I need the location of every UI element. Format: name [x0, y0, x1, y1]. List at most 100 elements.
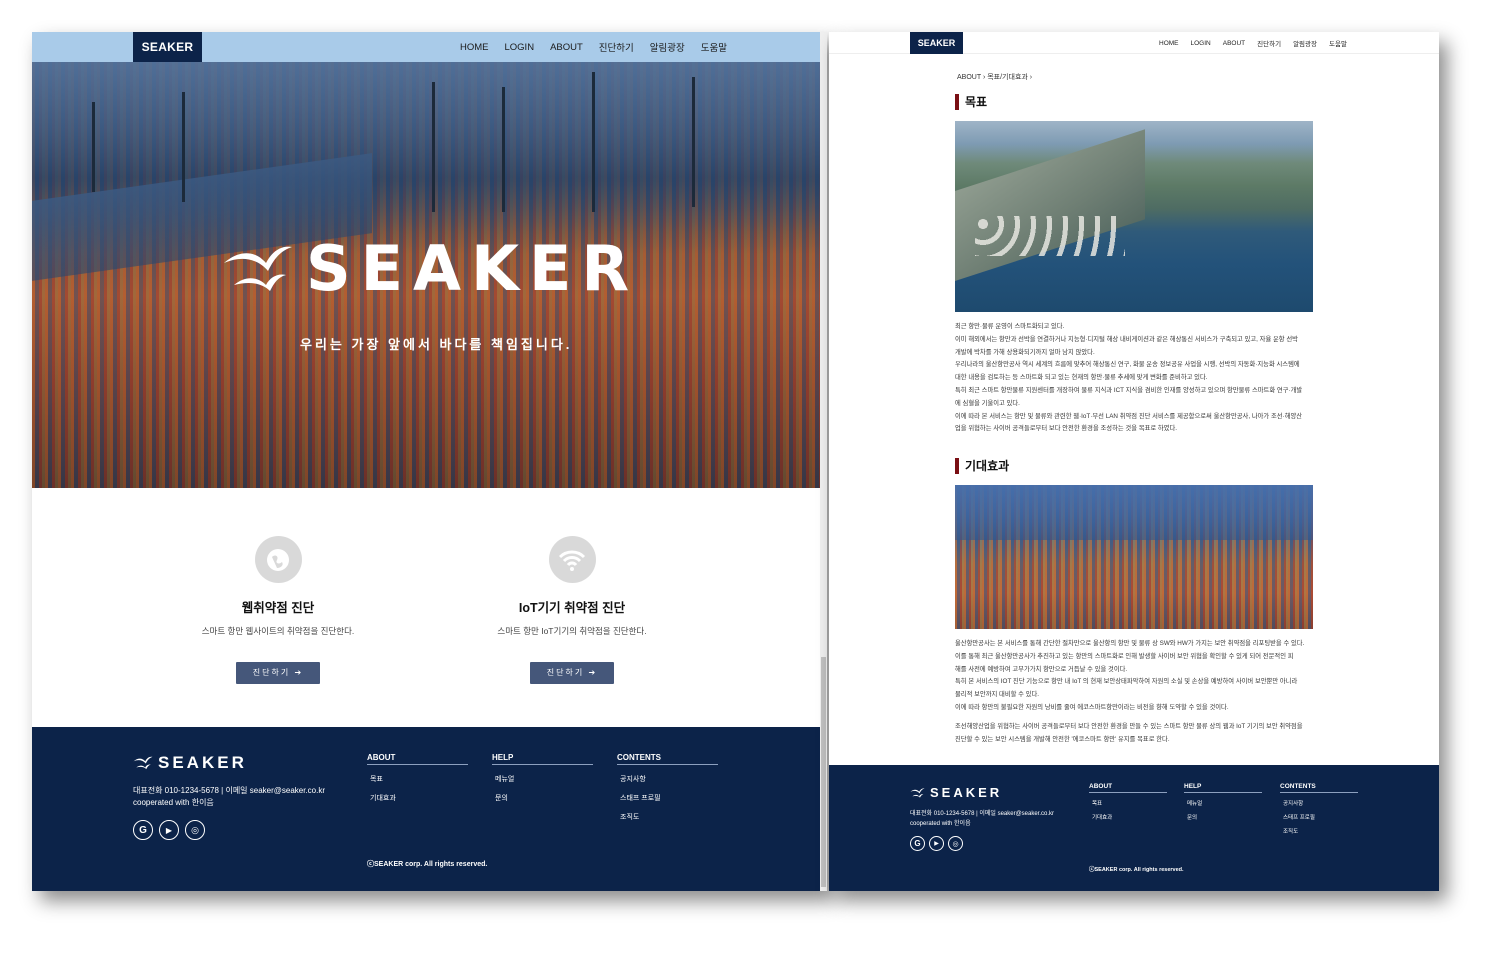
- footer-link[interactable]: 기대효과: [367, 793, 468, 803]
- effect-paragraph: 울산항만공사는 본 서비스를 통해 간단한 절차만으로 울산항의 항만 및 물류…: [955, 638, 1317, 746]
- paragraph-line: 이미 해외에서는 항만과 선박을 연결하거나 지능형·디지털 해상 내비게이션과…: [955, 335, 1298, 343]
- footer-link[interactable]: 문의: [1184, 813, 1262, 821]
- diagnose-iot-button[interactable]: 진단하기 ➔: [530, 662, 614, 684]
- breadcrumb-item[interactable]: ABOUT: [957, 74, 981, 81]
- goal-paragraph: 최근 항만·물류 운영이 스마트화되고 있다. 이미 해외에서는 항만과 선박을 …: [955, 321, 1317, 436]
- breadcrumb: ABOUT › 목표/기대효과 ›: [957, 72, 1032, 82]
- footer-contact: 대표전화 010-1234-5678 | 이메일 seaker@seaker.c…: [910, 809, 1054, 829]
- paragraph-line: 이에 따라 항만의 불필요한 자원의 낭비를 줄여 에코스마트항만이라는 비전을…: [955, 703, 1229, 711]
- breadcrumb-item[interactable]: 목표/기대효과: [987, 74, 1028, 81]
- scrollbar-thumb[interactable]: [821, 657, 826, 887]
- footer-link[interactable]: 공지사항: [1280, 799, 1358, 807]
- arrow-right-icon: ➔: [294, 668, 304, 677]
- footer-link[interactable]: 문의: [492, 793, 593, 803]
- paragraph-line: 개발에 박차를 가해 상용화되기까지 얼마 남지 않았다.: [955, 348, 1095, 356]
- brand-logo[interactable]: SEAKER: [133, 32, 202, 62]
- footer-col-heading: CONTENTS: [1280, 783, 1358, 793]
- service-title: 웹취약점 진단: [241, 601, 315, 615]
- cooperated-line: cooperated with 한이음: [133, 798, 214, 807]
- service-title: IoT기기 취약점 진단: [518, 601, 626, 615]
- footer-link[interactable]: 스태프 프로필: [1280, 813, 1358, 821]
- crane-4: [502, 87, 505, 212]
- hero-logo: SEAKER: [222, 232, 639, 305]
- nav-help[interactable]: 도움말: [1329, 38, 1347, 48]
- scrollbar[interactable]: [820, 32, 827, 891]
- footer-logo-text: SEAKER: [930, 785, 1003, 800]
- footer-col-heading: HELP: [1184, 783, 1262, 793]
- paragraph-line: 대한 내용을 검토하는 등 스마트화 되고 있는 현재의 항만·물류 추세에 맞…: [955, 374, 1208, 382]
- footer-link[interactable]: 조직도: [617, 812, 718, 822]
- nav-notice[interactable]: 알림광장: [650, 40, 685, 54]
- footer: SEAKER 대표전화 010-1234-5678 | 이메일 seaker@s…: [32, 727, 820, 891]
- footer-col-contents: CONTENTS 공지사항 스태프 프로필 조직도: [1280, 783, 1358, 835]
- service-card-iot: IoT기기 취약점 진단 스마트 항만 IoT기기의 취약점을 진단한다. 진단…: [462, 536, 682, 684]
- instagram-icon[interactable]: ◎: [948, 836, 963, 851]
- footer-col-heading: ABOUT: [367, 753, 468, 765]
- crane-2: [182, 92, 185, 202]
- oil-tanks: [975, 216, 1125, 256]
- paragraph-line: 우리나라의 울산항만공사 역시 세계의 흐름에 맞추어 해상통신 연구, 화물 …: [955, 361, 1300, 369]
- chevron-right-icon: ›: [1029, 74, 1033, 81]
- footer-col-help: HELP 메뉴얼 문의: [492, 753, 593, 803]
- nav-diagnose[interactable]: 진단하기: [599, 40, 634, 54]
- paragraph-line: 해를 사전에 예방하여 고부가가치 항만으로 거듭날 수 있을 것이다.: [955, 665, 1128, 673]
- port-aerial-image: [955, 121, 1313, 312]
- copyright: ⓒSEAKER corp. All rights reserved.: [1089, 867, 1184, 873]
- footer-link[interactable]: 메뉴얼: [492, 774, 593, 784]
- effect-title: 기대효과: [955, 458, 1009, 474]
- top-navbar: SEAKER HOME LOGIN ABOUT 진단하기 알림광장 도움말: [32, 32, 820, 62]
- seagull-icon: [133, 756, 153, 770]
- crane-3: [432, 82, 435, 212]
- brand-logo[interactable]: SEAKER: [910, 32, 963, 54]
- container-port-image: [955, 485, 1313, 629]
- nav-login[interactable]: LOGIN: [505, 42, 535, 53]
- nav-diagnose[interactable]: 진단하기: [1257, 38, 1281, 48]
- paragraph-line: 진단할 수 있는 보안 시스템을 개발해 안전한 '에코스마트 항만' 유지를 …: [955, 735, 1170, 743]
- contact-line: 대표전화 010-1234-5678 | 이메일 seaker@seaker.c…: [910, 811, 1055, 817]
- nav-home[interactable]: HOME: [460, 42, 489, 53]
- paragraph-line: 업을 위협하는 사이버 공격들로부터 보다 안전한 환경을 조성하는 것을 목표…: [955, 425, 1178, 433]
- service-card-web: 웹취약점 진단 스마트 항만 웹사이트의 취약점을 진단한다. 진단하기 ➔: [168, 536, 388, 684]
- main-page-window: SEAKER HOME LOGIN ABOUT 진단하기 알림광장 도움말 SE…: [32, 32, 827, 891]
- footer-link[interactable]: 공지사항: [617, 774, 718, 784]
- nav-home[interactable]: HOME: [1159, 40, 1179, 47]
- paragraph-line: 울산항만공사는 본 서비스를 통해 간단한 절차만으로 울산항의 항만 및 물류…: [955, 640, 1305, 647]
- youtube-icon[interactable]: ▶: [929, 836, 944, 851]
- footer-link[interactable]: 조직도: [1280, 827, 1358, 835]
- globe-icon: [254, 536, 302, 583]
- footer-link[interactable]: 메뉴얼: [1184, 799, 1262, 807]
- footer-logo: SEAKER: [133, 753, 247, 773]
- hero-logo-text: SEAKER: [306, 232, 640, 305]
- footer-logo: SEAKER: [910, 785, 1002, 800]
- footer-col-about: ABOUT 목표 기대효과: [367, 753, 468, 803]
- nav-about[interactable]: ABOUT: [1223, 40, 1245, 47]
- footer-logo-text: SEAKER: [158, 753, 247, 772]
- diagnose-web-button[interactable]: 진단하기 ➔: [236, 662, 320, 684]
- youtube-icon[interactable]: ▶: [159, 820, 179, 840]
- footer-link[interactable]: 기대효과: [1089, 813, 1167, 821]
- cooperated-line: cooperated with 한이음: [910, 821, 971, 827]
- nav-login[interactable]: LOGIN: [1191, 40, 1211, 47]
- button-label: 진단하기: [252, 668, 291, 677]
- about-page-window: SEAKER HOME LOGIN ABOUT 진단하기 알림광장 도움말 AB…: [829, 32, 1439, 891]
- service-desc: 스마트 항만 웹사이트의 취약점을 진단한다.: [201, 626, 355, 636]
- footer-link[interactable]: 목표: [1089, 799, 1167, 807]
- social-links: G ▶ ◎: [133, 820, 205, 840]
- footer-col-about: ABOUT 목표 기대효과: [1089, 783, 1167, 821]
- footer-col-help: HELP 메뉴얼 문의: [1184, 783, 1262, 821]
- goal-title: 목표: [955, 94, 987, 110]
- instagram-icon[interactable]: ◎: [185, 820, 205, 840]
- wifi-icon: [548, 536, 596, 583]
- paragraph-line: 특히 최근 스마트 항만물류 지원센터를 개장하여 물류 지식과 ICT 지식을…: [955, 386, 1303, 394]
- footer-link[interactable]: 스태프 프로필: [617, 793, 718, 803]
- arrow-right-icon: ➔: [588, 668, 598, 677]
- nav-help[interactable]: 도움말: [701, 40, 727, 54]
- google-icon[interactable]: G: [910, 836, 925, 851]
- footer-link[interactable]: 목표: [367, 774, 468, 784]
- main-nav: HOME LOGIN ABOUT 진단하기 알림광장 도움말: [1159, 32, 1347, 54]
- nav-about[interactable]: ABOUT: [550, 42, 583, 53]
- nav-notice[interactable]: 알림광장: [1293, 38, 1317, 48]
- paragraph-line: 최근 항만·물류 운영이 스마트화되고 있다.: [955, 323, 1065, 330]
- google-icon[interactable]: G: [133, 820, 153, 840]
- copyright: ⓒSEAKER corp. All rights reserved.: [367, 861, 488, 868]
